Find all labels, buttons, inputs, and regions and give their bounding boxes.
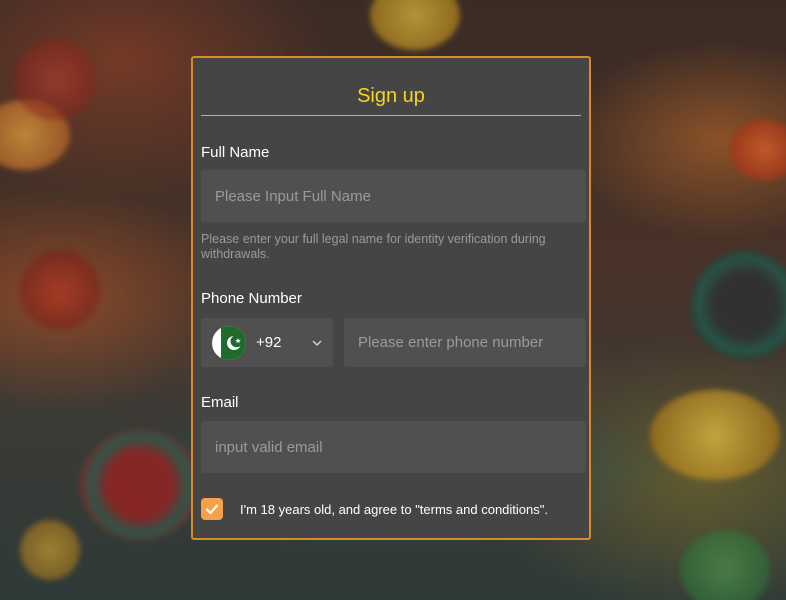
full-name-label: Full Name (201, 144, 270, 161)
terms-agreement: I'm 18 years old, and agree to "terms an… (201, 498, 548, 520)
background-coin (370, 0, 460, 50)
background-poker-chip (80, 430, 200, 540)
email-input[interactable] (201, 421, 586, 473)
pakistan-flag-icon (212, 325, 246, 360)
background-coin (15, 40, 95, 120)
full-name-hint: Please enter your full legal name for id… (201, 232, 546, 261)
background-poker-chip (690, 250, 786, 360)
full-name-input[interactable] (201, 170, 586, 222)
phone-number-label: Phone Number (201, 290, 302, 307)
signup-modal: Sign up Full Name Please enter your full… (191, 56, 591, 540)
background-coin (20, 250, 100, 330)
chevron-down-icon (312, 339, 322, 346)
background-coin (650, 390, 780, 480)
country-code-select[interactable]: +92 (201, 318, 333, 367)
background-coin (20, 520, 80, 580)
terms-checkbox[interactable] (201, 498, 223, 520)
terms-text: I'm 18 years old, and agree to "terms an… (240, 501, 548, 517)
checkmark-icon (205, 504, 219, 515)
background-poker-chip (680, 530, 770, 600)
country-code: +92 (256, 334, 282, 351)
phone-number-input[interactable] (344, 318, 586, 367)
modal-title: Sign up (201, 58, 581, 116)
email-label: Email (201, 394, 239, 411)
background-coin (730, 120, 786, 180)
